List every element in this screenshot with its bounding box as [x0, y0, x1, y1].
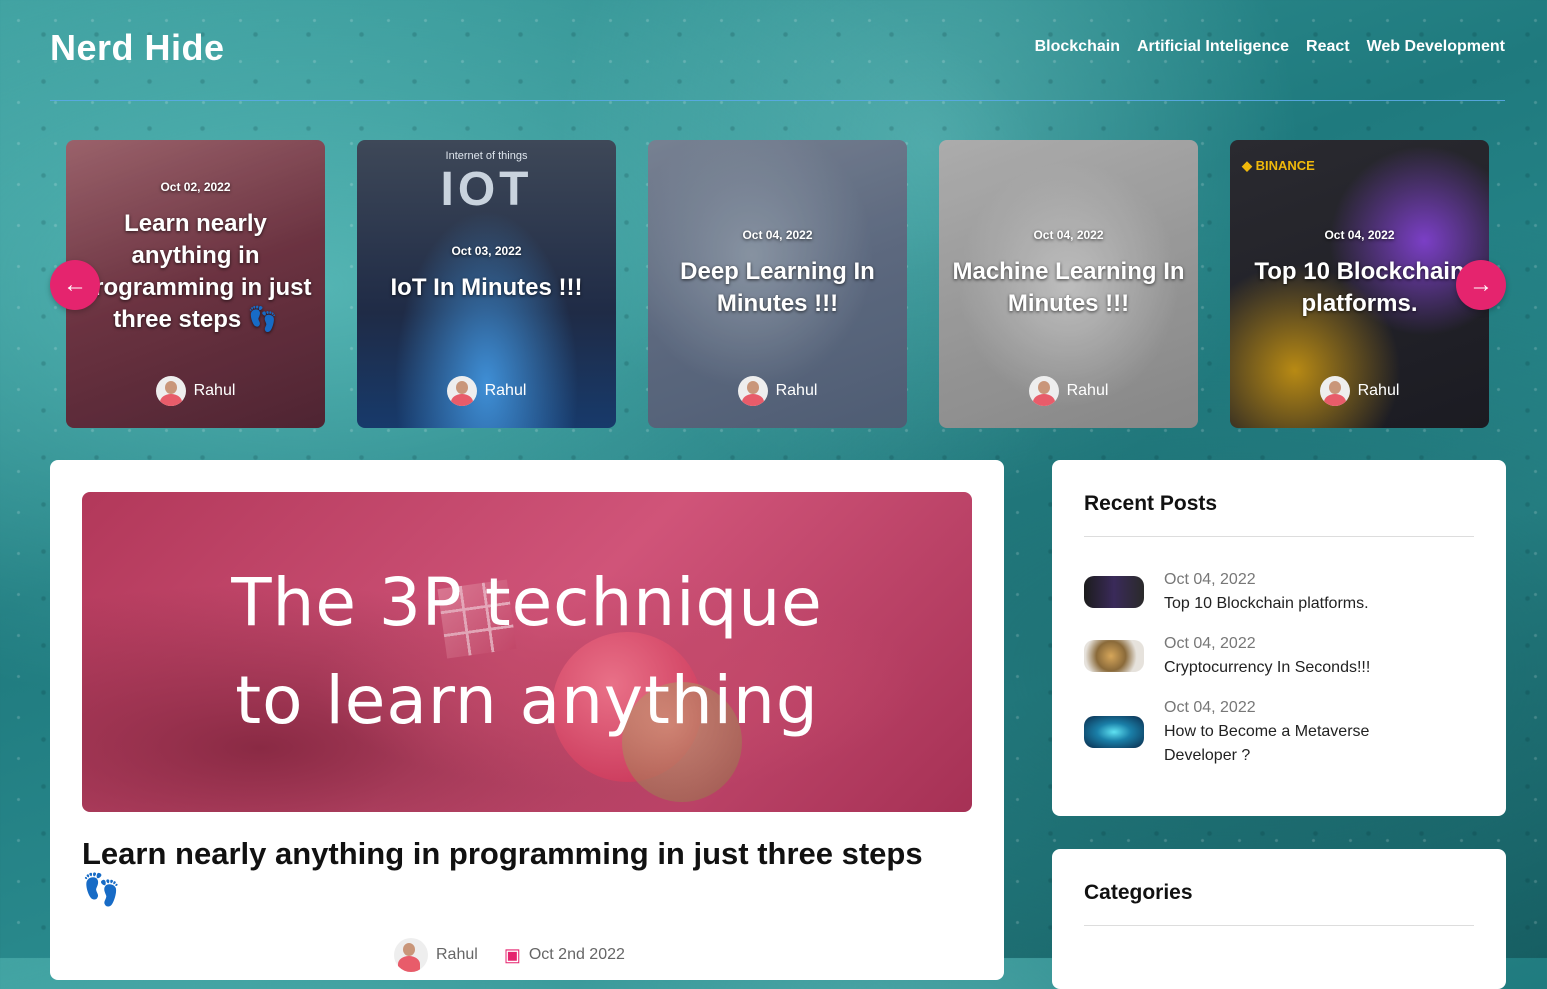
avatar	[1319, 376, 1350, 406]
avatar	[155, 376, 186, 406]
site-header: Nerd Hide Blockchain Artificial Intelige…	[50, 0, 1505, 101]
main-nav: Blockchain Artificial Inteligence React …	[1035, 38, 1505, 56]
featured-slider: Oct 02, 2022 Learn nearly anything in pr…	[66, 140, 1489, 428]
card-author-name: Rahul	[193, 382, 236, 399]
divider	[1084, 536, 1474, 537]
post-thumbnail[interactable]	[1084, 576, 1144, 608]
card-title[interactable]: Top 10 Blockchain platforms.	[1230, 256, 1489, 320]
iot-logo-text: IOT	[440, 163, 533, 216]
calendar-icon: ▣	[503, 944, 521, 965]
card-date: Oct 02, 2022	[160, 180, 231, 194]
card-title[interactable]: Learn nearly anything in programming in …	[66, 208, 325, 336]
recent-posts-heading: Recent Posts	[1084, 492, 1218, 515]
binance-logo-text: ◆ BINANCE	[1242, 158, 1315, 173]
card-author: Rahul	[357, 376, 616, 406]
site-logo[interactable]: Nerd Hide	[50, 27, 225, 69]
recent-post-item[interactable]: Oct 04, 2022 Top 10 Blockchain platforms…	[1084, 568, 1424, 616]
nav-item-artificial-intelligence[interactable]: Artificial Inteligence	[1137, 38, 1289, 56]
nav-item-react[interactable]: React	[1306, 38, 1350, 56]
slider-card[interactable]: Oct 04, 2022 Deep Learning In Minutes !!…	[648, 140, 907, 428]
recent-post-item[interactable]: Oct 04, 2022 How to Become a Metaverse D…	[1084, 696, 1424, 768]
article-title[interactable]: Learn nearly anything in programming in …	[82, 836, 962, 908]
post-text: Oct 04, 2022 Cryptocurrency In Seconds!!…	[1164, 632, 1424, 680]
post-date: Oct 04, 2022	[1164, 699, 1256, 716]
slider-next-button[interactable]: →	[1456, 260, 1506, 310]
card-author-name: Rahul	[484, 382, 527, 399]
divider	[1084, 925, 1474, 926]
post-text: Oct 04, 2022 How to Become a Metaverse D…	[1164, 696, 1424, 768]
arrow-left-icon: ←	[63, 271, 87, 298]
slider-card[interactable]: Oct 04, 2022 Machine Learning In Minutes…	[939, 140, 1198, 428]
post-text: Oct 04, 2022 Top 10 Blockchain platforms…	[1164, 568, 1424, 616]
post-title[interactable]: Cryptocurrency In Seconds!!!	[1164, 656, 1424, 680]
card-date: Oct 03, 2022	[451, 244, 522, 258]
card-meta: Oct 03, 2022 IoT In Minutes !!!	[357, 244, 616, 304]
iot-caption: Internet of things	[445, 150, 528, 162]
slider-card[interactable]: Internet of things IOT Oct 03, 2022 IoT …	[357, 140, 616, 428]
recent-posts-widget: Recent Posts Oct 04, 2022 Top 10 Blockch…	[1052, 460, 1506, 816]
recent-post-item[interactable]: Oct 04, 2022 Cryptocurrency In Seconds!!…	[1084, 632, 1424, 680]
card-date: Oct 04, 2022	[1324, 228, 1395, 242]
card-author: Rahul	[1230, 376, 1489, 406]
card-author: Rahul	[648, 376, 907, 406]
card-meta: Oct 04, 2022 Machine Learning In Minutes…	[939, 228, 1198, 320]
hero-text: The 3P technique to learn anything	[82, 554, 972, 750]
card-author-name: Rahul	[1066, 382, 1109, 399]
article-author: Rahul	[436, 946, 478, 963]
article-card: The 3P technique to learn anything Learn…	[50, 460, 1004, 980]
post-date: Oct 04, 2022	[1164, 571, 1256, 588]
post-date: Oct 04, 2022	[1164, 635, 1256, 652]
card-title[interactable]: Machine Learning In Minutes !!!	[939, 256, 1198, 320]
categories-widget: Categories	[1052, 849, 1506, 989]
card-meta: Oct 04, 2022 Deep Learning In Minutes !!…	[648, 228, 907, 320]
post-title[interactable]: Top 10 Blockchain platforms.	[1164, 592, 1424, 616]
article-date: Oct 2nd 2022	[528, 946, 625, 963]
nav-item-blockchain[interactable]: Blockchain	[1035, 38, 1120, 56]
card-meta: Oct 02, 2022 Learn nearly anything in pr…	[66, 180, 325, 336]
article-hero-image[interactable]: The 3P technique to learn anything	[82, 492, 972, 812]
article-byline: Rahul ▣ Oct 2nd 2022	[394, 938, 625, 972]
card-date: Oct 04, 2022	[742, 228, 813, 242]
slider-card[interactable]: ◆ BINANCE Oct 04, 2022 Top 10 Blockchain…	[1230, 140, 1489, 428]
card-title[interactable]: IoT In Minutes !!!	[357, 272, 616, 304]
hero-line-1: The 3P technique	[231, 564, 823, 641]
post-title[interactable]: How to Become a Metaverse Developer ?	[1164, 720, 1424, 768]
avatar	[1028, 376, 1059, 406]
card-author: Rahul	[66, 376, 325, 406]
post-thumbnail[interactable]	[1084, 716, 1144, 748]
slider-prev-button[interactable]: ←	[50, 260, 100, 310]
post-thumbnail[interactable]	[1084, 640, 1144, 672]
avatar	[446, 376, 477, 406]
categories-heading: Categories	[1084, 881, 1193, 904]
card-author: Rahul	[939, 376, 1198, 406]
card-author-name: Rahul	[1357, 382, 1400, 399]
card-meta: Oct 04, 2022 Top 10 Blockchain platforms…	[1230, 228, 1489, 320]
arrow-right-icon: →	[1469, 271, 1493, 298]
card-date: Oct 04, 2022	[1033, 228, 1104, 242]
avatar	[737, 376, 768, 406]
avatar	[394, 938, 428, 972]
card-title[interactable]: Deep Learning In Minutes !!!	[648, 256, 907, 320]
card-author-name: Rahul	[775, 382, 818, 399]
nav-item-web-development[interactable]: Web Development	[1367, 38, 1505, 56]
hero-line-2: to learn anything	[235, 662, 819, 739]
slider-card[interactable]: Oct 02, 2022 Learn nearly anything in pr…	[66, 140, 325, 428]
